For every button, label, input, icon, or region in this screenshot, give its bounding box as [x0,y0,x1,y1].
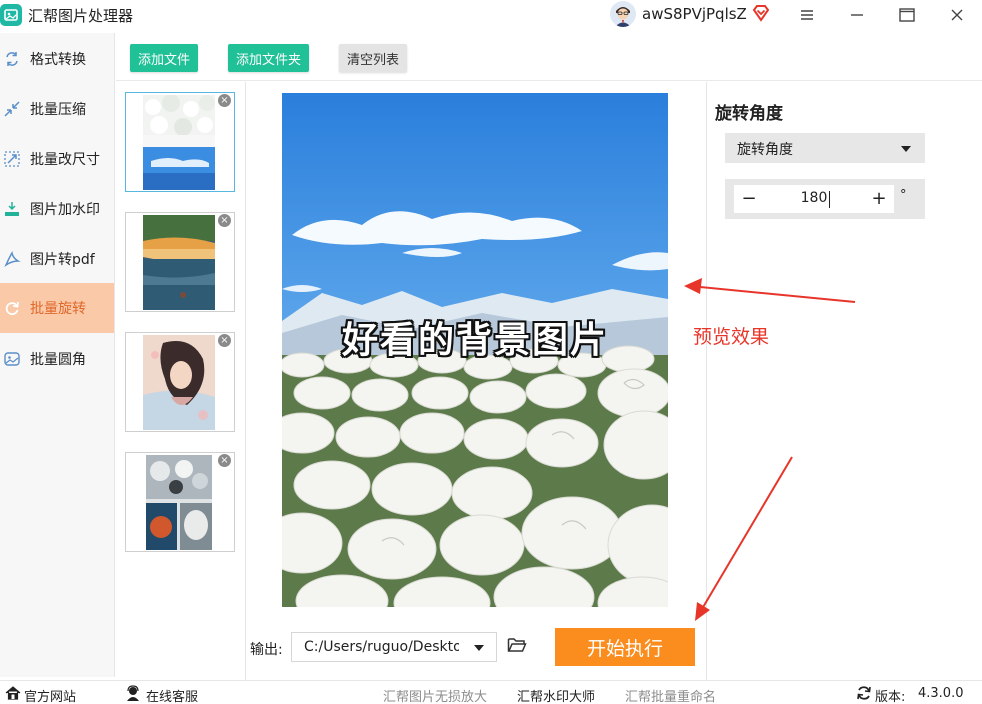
minimize-icon[interactable] [835,0,879,30]
home-icon [5,686,21,700]
thumbnail-image [146,455,212,550]
sidebar-item-label: 格式转换 [30,52,86,68]
watermark-icon [5,202,19,216]
rotate-angle-select[interactable]: 旋转角度 [725,133,925,163]
thumbnail-image [143,335,215,430]
output-label: 输出: [250,642,283,658]
angle-input[interactable]: 180 [774,190,854,206]
sidebar-item-label: 批量旋转 [30,301,86,317]
version-label: 版本: [875,690,906,704]
output-path-value: C:/Users/ruguo/Desktop [304,639,459,655]
sidebar-item-compress[interactable]: 批量压缩 [0,85,114,133]
text-cursor [829,191,830,208]
round-corner-icon [4,352,20,366]
remove-thumbnail-icon[interactable]: × [218,94,231,107]
vip-diamond-icon[interactable] [751,3,771,23]
footer-link-upscale[interactable]: 汇帮图片无损放大 [383,686,487,704]
resize-icon [4,151,20,167]
official-site-link[interactable]: 官方网站 [24,686,76,704]
sidebar-item-label: 批量压缩 [30,102,86,118]
customer-service-icon [127,685,139,701]
chevron-down-icon [474,645,484,651]
pdf-icon [4,250,21,268]
preview-image: 好看的背景图片 [282,93,668,607]
thumbnail-item[interactable]: × [125,332,235,432]
title-bar: 汇帮图片处理器 awS8PVjPqlsZ [0,0,982,30]
menu-icon[interactable] [785,0,829,30]
version-value: 4.3.0.0 [918,686,964,701]
sidebar-item-label: 批量圆角 [30,352,86,368]
increment-button[interactable]: + [864,185,894,213]
format-convert-icon [6,52,18,66]
sidebar-item-round-corner[interactable]: 批量圆角 [0,335,114,383]
maximize-icon[interactable] [885,0,929,30]
degree-unit: ° [900,188,907,203]
settings-panel-divider [706,82,707,680]
annotation-label: 预览效果 [693,326,770,348]
sidebar-item-pdf[interactable]: 图片转pdf [0,235,114,283]
thumbnail-image [143,95,215,190]
close-icon[interactable] [935,0,979,30]
sidebar-item-resize[interactable]: 批量改尺寸 [0,135,114,183]
sidebar: 格式转换 批量压缩 批量改尺寸 图片加水印 图片转pdf 批量旋转 批量圆角 [0,33,115,677]
app-title: 汇帮图片处理器 [28,7,134,25]
footer-link-rename[interactable]: 汇帮批量重命名 [625,686,716,704]
footer: 官方网站 在线客服 汇帮图片无损放大 汇帮水印大师 汇帮批量重命名 版本: 4.… [0,680,982,704]
toolbar: 添加文件 添加文件夹 清空列表 [116,33,982,81]
chevron-down-icon [901,146,911,152]
add-file-button[interactable]: 添加文件 [130,44,198,72]
rotate-angle-select-value: 旋转角度 [737,142,793,158]
folder-open-icon[interactable] [507,636,527,654]
file-list-divider [245,82,246,680]
app-logo-icon [0,4,22,26]
sidebar-item-format-convert[interactable]: 格式转换 [0,35,114,83]
angle-stepper[interactable]: − 180 + [734,185,894,213]
thumbnail-item[interactable]: × [125,452,235,552]
remove-thumbnail-icon[interactable]: × [218,214,231,227]
preview-caption: 好看的背景图片 [341,320,608,361]
avatar[interactable] [610,1,636,27]
sidebar-item-label: 图片加水印 [30,202,100,218]
sidebar-item-label: 批量改尺寸 [30,152,100,168]
output-path-select[interactable]: C:/Users/ruguo/Desktop [291,632,497,662]
add-folder-button[interactable]: 添加文件夹 [228,44,309,72]
username[interactable]: awS8PVjPqlsZ [642,5,747,23]
sidebar-item-rotate[interactable]: 批量旋转 [0,283,114,333]
online-service-link[interactable]: 在线客服 [146,686,198,704]
sidebar-item-label: 图片转pdf [30,252,95,268]
start-button[interactable]: 开始执行 [555,628,695,666]
remove-thumbnail-icon[interactable]: × [218,454,231,467]
remove-thumbnail-icon[interactable]: × [218,334,231,347]
sidebar-item-watermark[interactable]: 图片加水印 [0,185,114,233]
thumbnail-item[interactable]: × [125,92,235,192]
rotate-panel-title: 旋转角度 [715,104,783,124]
clear-list-button[interactable]: 清空列表 [339,44,407,72]
compress-icon [4,101,20,117]
rotate-icon [5,301,19,316]
footer-link-watermark[interactable]: 汇帮水印大师 [517,686,595,704]
refresh-icon [857,686,871,700]
decrement-button[interactable]: − [734,185,764,213]
thumbnail-item[interactable]: × [125,212,235,312]
thumbnail-image [143,215,215,310]
